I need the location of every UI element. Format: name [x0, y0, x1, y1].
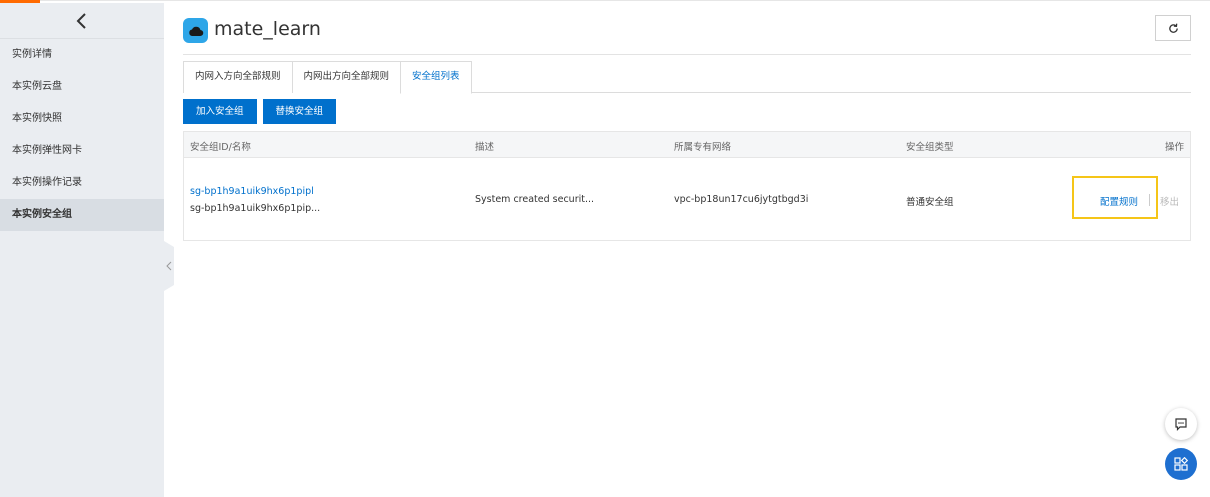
action-buttons: 加入安全组 替换安全组 [183, 99, 337, 124]
tab-bar: 内网入方向全部规则 内网出方向全部规则 安全组列表 [183, 61, 1191, 94]
page-header: mate_learn [183, 15, 1191, 55]
column-header-id-name: 安全组ID/名称 [190, 142, 251, 153]
apps-float-button[interactable] [1165, 448, 1197, 480]
sidebar-item-operation-log[interactable]: 本实例操作记录 [0, 167, 164, 199]
sidebar-item-instance-details[interactable]: 实例详情 [0, 39, 164, 71]
tab-outbound-rules[interactable]: 内网出方向全部规则 [291, 61, 402, 93]
security-group-id-link[interactable]: sg-bp1h9a1uik9hx6p1pipl [190, 186, 314, 197]
chat-icon [1175, 418, 1187, 431]
refresh-button[interactable] [1155, 15, 1191, 41]
column-header-vpc: 所属专有网络 [674, 142, 732, 153]
instance-icon [183, 18, 208, 43]
security-group-table: 安全组ID/名称 描述 所属专有网络 安全组类型 操作 sg-bp1h9a1ui… [183, 131, 1191, 241]
page-title: mate_learn [214, 18, 321, 40]
table-header: 安全组ID/名称 描述 所属专有网络 安全组类型 操作 [184, 132, 1190, 158]
sidebar-collapse-handle[interactable] [164, 241, 174, 291]
sidebar-menu: 实例详情 本实例云盘 本实例快照 本实例弹性网卡 本实例操作记录 本实例安全组 [0, 39, 164, 231]
column-header-operation: 操作 [1164, 142, 1184, 153]
column-header-type: 安全组类型 [906, 142, 954, 153]
sidebar-item-snapshots[interactable]: 本实例快照 [0, 103, 164, 135]
chevron-left-icon [76, 12, 86, 29]
add-security-group-button[interactable]: 加入安全组 [183, 99, 257, 124]
sidebar-item-eni[interactable]: 本实例弹性网卡 [0, 135, 164, 167]
configure-rules-link[interactable]: 配置规则 [1100, 194, 1138, 208]
security-group-description: System created securit... [475, 194, 595, 205]
tab-inbound-rules[interactable]: 内网入方向全部规则 [183, 61, 293, 93]
back-button[interactable] [0, 3, 164, 39]
security-group-vpc: vpc-bp18un17cu6jytgtbgd3i [674, 194, 809, 205]
security-group-name: sg-bp1h9a1uik9hx6p1pip... [190, 203, 321, 214]
cloud-icon [188, 26, 203, 36]
tab-security-group-list[interactable]: 安全组列表 [400, 61, 472, 94]
column-header-description: 描述 [475, 142, 495, 153]
chevron-left-small-icon [166, 261, 172, 271]
apps-grid-icon [1174, 457, 1188, 471]
chat-float-button[interactable] [1165, 408, 1197, 440]
refresh-icon [1168, 23, 1178, 33]
sidebar-item-security-groups[interactable]: 本实例安全组 [0, 199, 164, 231]
security-group-type: 普通安全组 [906, 197, 954, 208]
sidebar-item-disks[interactable]: 本实例云盘 [0, 71, 164, 103]
top-divider [40, 0, 1210, 1]
operation-separator [1149, 194, 1150, 206]
replace-security-group-button[interactable]: 替换安全组 [262, 99, 337, 124]
table-row: sg-bp1h9a1uik9hx6p1pipl sg-bp1h9a1uik9hx… [184, 158, 1190, 240]
remove-link[interactable]: 移出 [1160, 194, 1179, 208]
sidebar: 实例详情 本实例云盘 本实例快照 本实例弹性网卡 本实例操作记录 本实例安全组 [0, 3, 164, 497]
